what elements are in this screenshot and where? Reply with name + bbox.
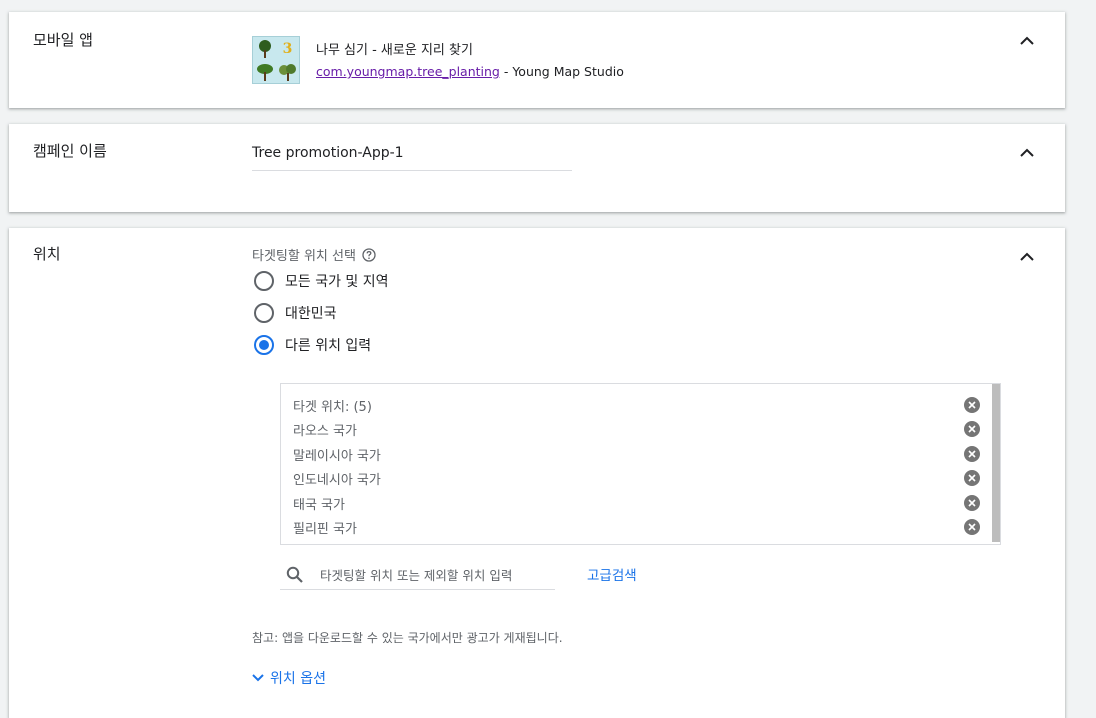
target-location-row: 인도네시아 국가 (293, 467, 980, 489)
list-scrollbar[interactable] (992, 384, 1000, 542)
radio-button[interactable] (254, 303, 274, 323)
radio-all-countries[interactable]: 모든 국가 및 지역 (254, 271, 389, 291)
campaign-name-title: 캠페인 이름 (33, 142, 107, 160)
chevron-down-icon (252, 674, 264, 682)
download-note: 참고: 앱을 다운로드할 수 있는 국가에서만 광고가 게재됩니다. (252, 631, 563, 645)
collapse-campaign-button[interactable] (1017, 142, 1037, 162)
location-heading-label: 타겟팅할 위치 선택 (252, 249, 356, 264)
search-icon (286, 566, 303, 583)
app-package-link[interactable]: com.youngmap.tree_planting (316, 64, 500, 79)
remove-location-button[interactable] (964, 421, 980, 437)
clear-icon (968, 499, 976, 507)
remove-location-button[interactable] (964, 495, 980, 511)
tree-icon (276, 60, 299, 83)
campaign-name-field[interactable]: Tree promotion-App-1 (252, 144, 572, 171)
collapse-location-button[interactable] (1017, 246, 1037, 266)
radio-button-selected[interactable] (254, 335, 274, 355)
tree-icon (253, 37, 276, 60)
chevron-up-icon (1020, 36, 1034, 45)
clear-icon (968, 401, 976, 409)
radio-button[interactable] (254, 271, 274, 291)
campaign-name-card: 캠페인 이름 Tree promotion-App-1 (9, 124, 1065, 212)
target-location-label: 말레이시아 국가 (293, 448, 381, 464)
radio-label: 다른 위치 입력 (285, 338, 372, 354)
location-search-field (280, 561, 555, 590)
clear-icon (968, 425, 976, 433)
target-location-label: 필리핀 국가 (293, 521, 357, 537)
location-options-label: 위치 옵션 (270, 671, 326, 687)
clear-all-button[interactable] (964, 397, 980, 413)
remove-location-button[interactable] (964, 446, 980, 462)
location-title: 위치 (33, 245, 61, 263)
help-icon[interactable] (362, 247, 376, 262)
radio-label: 대한민국 (285, 306, 337, 322)
target-location-row: 말레이시아 국가 (293, 443, 980, 465)
location-options-toggle[interactable]: 위치 옵션 (252, 668, 326, 688)
tree-icon (253, 60, 276, 83)
chevron-up-icon (1020, 252, 1034, 261)
radio-korea[interactable]: 대한민국 (254, 303, 337, 323)
mobile-app-card: 모바일 앱 3 나무 심기 - 새로운 지리 찾기 com.youngmap.t… (9, 12, 1065, 108)
radio-label: 모든 국가 및 지역 (285, 274, 389, 290)
app-icon-number: 3 (282, 40, 293, 57)
target-locations-list: 타겟 위치: (5) 라오스 국가 말레이시아 국가 인도네시아 국가 태국 국… (280, 383, 1001, 545)
chevron-up-icon (1020, 148, 1034, 157)
target-location-label: 라오스 국가 (293, 423, 357, 439)
location-heading: 타겟팅할 위치 선택 (252, 245, 376, 264)
target-location-row: 태국 국가 (293, 492, 980, 514)
app-icon: 3 (252, 36, 300, 84)
mobile-app-title: 모바일 앱 (33, 31, 93, 49)
app-separator: - (499, 64, 513, 79)
radio-other-locations[interactable]: 다른 위치 입력 (254, 335, 371, 355)
app-developer: Young Map Studio (512, 64, 624, 79)
collapse-app-button[interactable] (1017, 30, 1037, 50)
app-details: com.youngmap.tree_planting - Young Map S… (316, 64, 624, 79)
location-search-input[interactable] (318, 566, 548, 584)
remove-location-button[interactable] (964, 470, 980, 486)
targets-header: 타겟 위치: (5) (293, 399, 372, 415)
location-card: 위치 타겟팅할 위치 선택 모든 국가 및 지역 대한민국 다른 위치 입력 타… (9, 228, 1065, 718)
clear-icon (968, 450, 976, 458)
clear-icon (968, 474, 976, 482)
target-location-row: 라오스 국가 (293, 418, 980, 440)
remove-location-button[interactable] (964, 519, 980, 535)
advanced-search-link[interactable]: 고급검색 (587, 564, 637, 584)
targets-header-row: 타겟 위치: (5) (293, 394, 980, 416)
target-location-label: 태국 국가 (293, 497, 345, 513)
target-location-row: 필리핀 국가 (293, 516, 980, 538)
clear-icon (968, 523, 976, 531)
target-location-label: 인도네시아 국가 (293, 472, 381, 488)
app-name: 나무 심기 - 새로운 지리 찾기 (316, 43, 473, 58)
